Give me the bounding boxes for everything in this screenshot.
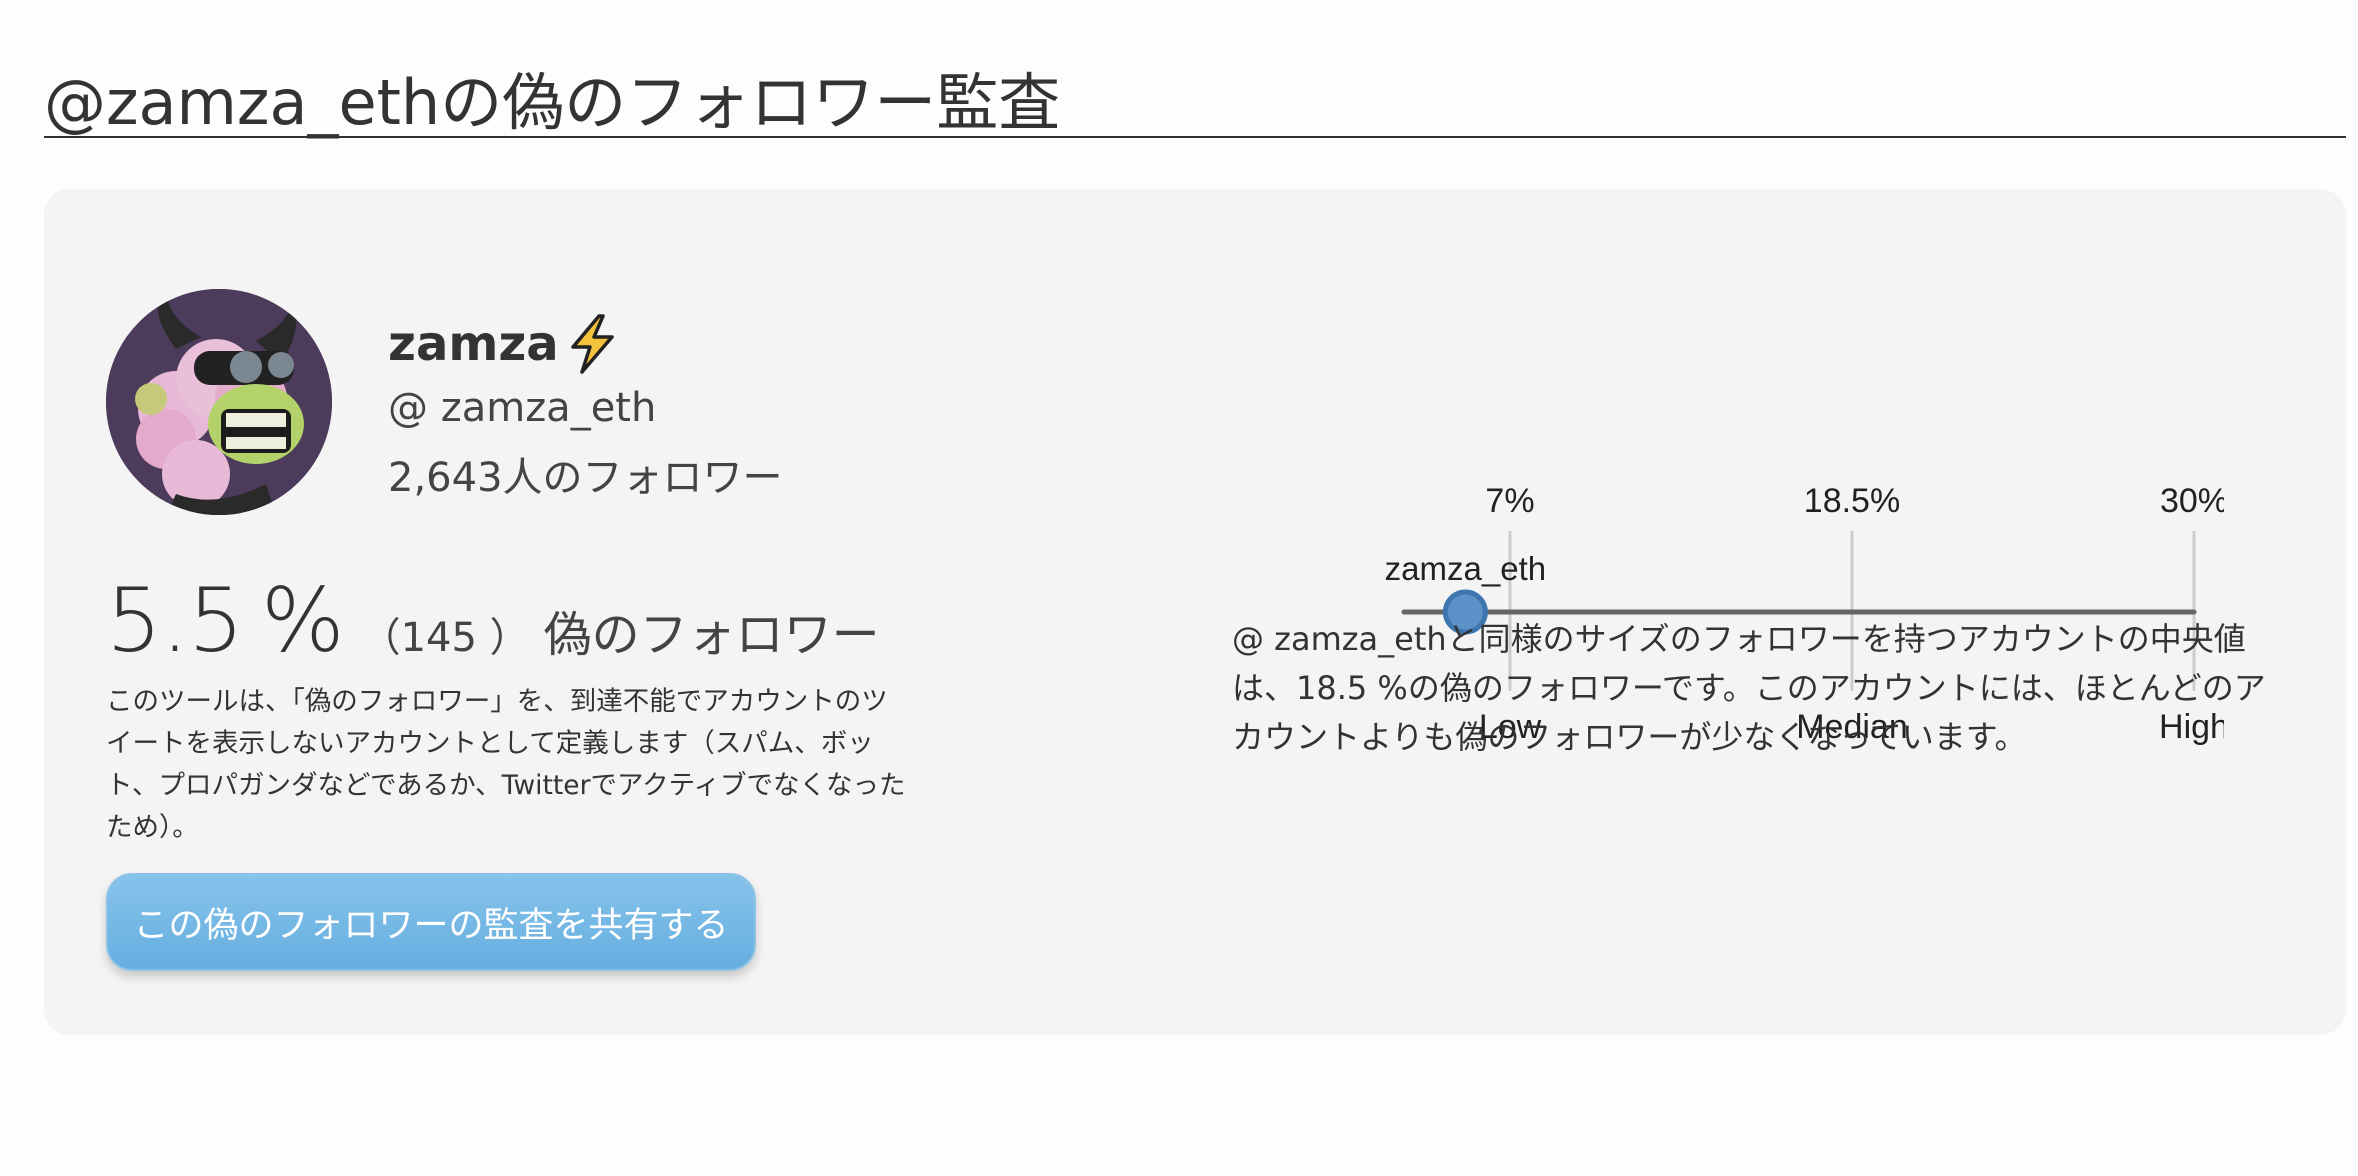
avatar-nft-icon (106, 289, 332, 515)
fake-follower-stat: 5.5 % （145 ） 偽のフォロワー (106, 569, 880, 672)
fake-percent: 5.5 (106, 569, 244, 672)
avatar (106, 289, 332, 515)
title-divider (44, 136, 2346, 138)
scale-tick-label: 7% (1485, 482, 1534, 520)
fake-definition: このツールは、「偽のフォロワー」を、到達不能でアカウントのツイートを表示しないア… (106, 686, 906, 843)
page-title: @zamza_ethの偽のフォロワー監査 (44, 66, 1061, 139)
user-handle: @ zamza_eth (388, 385, 657, 431)
display-name-text: zamza (388, 316, 559, 372)
scale-marker-label: zamza_eth (1385, 550, 1546, 587)
fake-label: 偽のフォロワー (543, 607, 880, 663)
share-audit-button[interactable]: この偽のフォロワーの監査を共有する (106, 873, 756, 971)
audit-card: zamza @ zamza_eth 2,643人のフォロワー 5.5 % （14… (44, 189, 2346, 1035)
fake-percent-unit: % (260, 569, 345, 672)
lightning-bolt-icon (570, 314, 614, 374)
follower-count: 2,643人のフォロワー (388, 455, 783, 501)
scale-tick-label: 18.5% (1804, 482, 1900, 520)
comparison-text: @ zamza_ethと同様のサイズのフォロワーを持つアカウントの中央値は、18… (1232, 620, 2266, 756)
fake-count: （145 ） (360, 615, 530, 661)
display-name: zamza (388, 313, 621, 375)
scale-tick-label: 30% (2160, 482, 2224, 520)
